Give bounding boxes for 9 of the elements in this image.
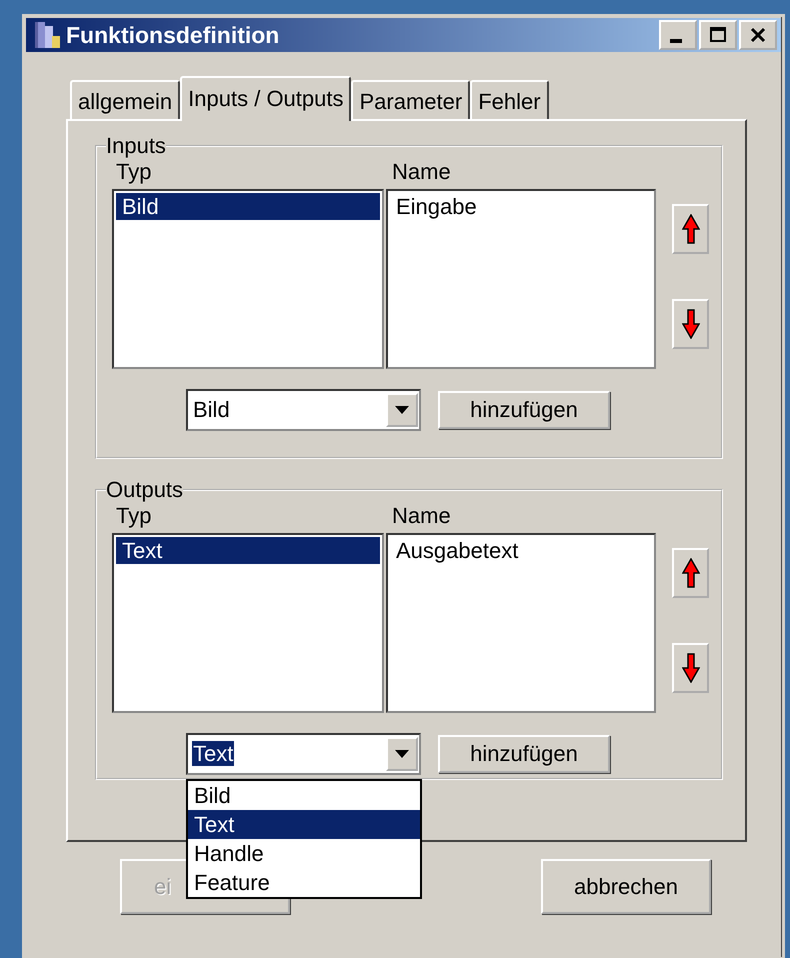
column-header: Name [391,159,452,185]
group-title: Outputs [106,477,184,503]
dropdown-value: Bild [192,397,231,422]
dropdown-value: Text [192,741,234,766]
column-header: Typ [115,159,152,185]
group-title: Inputs [106,133,166,159]
column-header: Name [391,503,452,529]
column-header: Typ [115,503,152,529]
window-title: Funktionsdefinition [66,22,280,48]
